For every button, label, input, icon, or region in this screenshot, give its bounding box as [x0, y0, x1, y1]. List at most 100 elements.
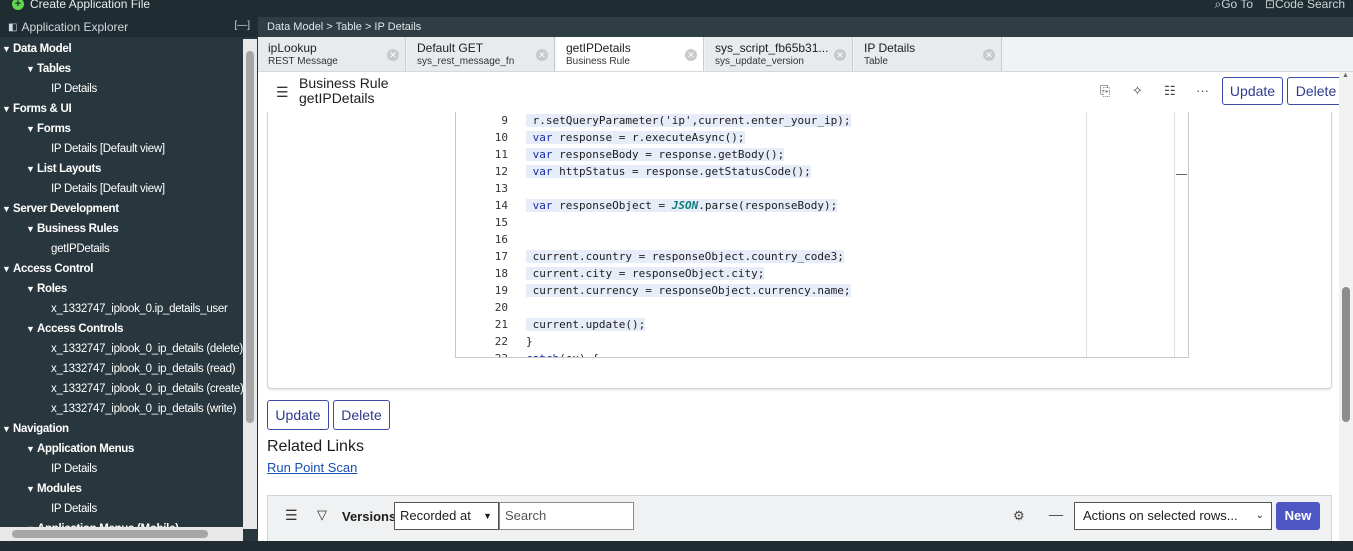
delete-button[interactable]: Delete — [1287, 77, 1345, 105]
expand-triangle-icon[interactable]: ▼ — [2, 259, 12, 279]
filter-icon[interactable]: ▽ — [317, 507, 327, 523]
create-application-file-button[interactable]: + Create Application File — [12, 0, 150, 11]
tree-node[interactable]: ▼ Access Controls — [0, 319, 243, 339]
expand-triangle-icon[interactable]: ▼ — [2, 199, 12, 219]
code-line[interactable] — [526, 214, 1086, 231]
expand-triangle-icon[interactable]: ▼ — [2, 39, 12, 59]
actions-select[interactable]: Actions on selected rows... ⌄ — [1074, 502, 1272, 530]
close-tab-icon[interactable]: ✕ — [536, 49, 548, 61]
tree-node-label: IP Details — [51, 83, 98, 95]
code-line[interactable]: current.country = responseObject.country… — [526, 248, 1086, 265]
expand-triangle-icon[interactable]: ▼ — [26, 319, 36, 339]
tree-node[interactable]: ▼ Tables — [0, 59, 243, 79]
close-tab-icon[interactable]: ✕ — [983, 49, 995, 61]
list-search-input[interactable]: Search — [499, 502, 634, 530]
expand-triangle-icon[interactable]: ▼ — [2, 99, 12, 119]
scroll-up-arrow-icon[interactable]: ▲ — [1342, 72, 1349, 79]
expand-triangle-icon[interactable]: ▼ — [26, 279, 36, 299]
code-line[interactable] — [526, 231, 1086, 248]
sidebar-horizontal-scrollbar[interactable] — [0, 527, 243, 541]
tree-node[interactable]: ▼ Data Model — [0, 39, 243, 59]
tree-node[interactable]: ▼ Navigation — [0, 419, 243, 439]
code-line[interactable] — [526, 180, 1086, 197]
expand-triangle-icon[interactable]: ▼ — [26, 159, 36, 179]
tree-node[interactable]: ▼ List Layouts — [0, 159, 243, 179]
close-tab-icon[interactable]: ✕ — [834, 49, 846, 61]
file-tab[interactable]: getIPDetails Business Rule ✕ — [556, 37, 704, 71]
tree-node[interactable]: getIPDetails — [0, 239, 243, 259]
code-line[interactable]: var responseObject = JSON.parse(response… — [526, 197, 1086, 214]
more-options-icon[interactable]: ··· — [1196, 83, 1209, 98]
activity-icon[interactable]: ✧ — [1132, 83, 1143, 99]
scrollbar-thumb[interactable] — [12, 530, 208, 538]
tree-node[interactable]: x_1332747_iplook_0_ip_details (create) — [0, 379, 243, 399]
code-line[interactable]: } — [526, 333, 1086, 350]
code-line[interactable]: current.currency = responseObject.curren… — [526, 282, 1086, 299]
tree-node[interactable]: x_1332747_iplook_0_ip_details (write) — [0, 399, 243, 419]
form-menu-icon[interactable]: ☰ — [276, 84, 289, 101]
line-number: 21 — [494, 318, 508, 331]
tree-node[interactable]: ▼ Forms & UI — [0, 99, 243, 119]
file-tab[interactable]: sys_script_fb65b31... sys_update_version ✕ — [705, 37, 853, 71]
chevron-down-icon: ▼ — [483, 511, 492, 521]
new-button[interactable]: New — [1276, 502, 1320, 530]
expand-triangle-icon[interactable]: ▼ — [26, 59, 36, 79]
expand-triangle-icon[interactable]: ▼ — [26, 219, 36, 239]
tree-node[interactable]: x_1332747_iplook_0_ip_details (read) — [0, 359, 243, 379]
code-line[interactable]: var responseBody = response.getBody(); — [526, 146, 1086, 163]
tree-node[interactable]: IP Details — [0, 499, 243, 519]
code-line[interactable]: current.update(); — [526, 316, 1086, 333]
tree-node[interactable]: IP Details — [0, 459, 243, 479]
line-number-gutter: 9 10 11 12 13 14 15 16 17 18 19 20 21 22 23 — [456, 112, 510, 357]
expand-triangle-icon[interactable]: ▼ — [26, 479, 36, 499]
collapse-list-icon[interactable]: — — [1049, 506, 1063, 522]
versions-list-title: Versions — [342, 509, 397, 524]
tree-node[interactable]: ▼ Roles — [0, 279, 243, 299]
update-button[interactable]: Update — [1222, 77, 1283, 105]
code-line[interactable]: current.city = responseObject.city; — [526, 265, 1086, 282]
tree-node[interactable]: ▼ Modules — [0, 479, 243, 499]
file-tab[interactable]: IP Details Table ✕ — [854, 37, 1002, 71]
close-tab-icon[interactable]: ✕ — [387, 49, 399, 61]
expand-triangle-icon[interactable]: ▼ — [2, 419, 12, 439]
gear-icon[interactable]: ⚙ — [1013, 508, 1025, 524]
code-search-button[interactable]: ⊡Code Search — [1265, 0, 1345, 11]
tree-node[interactable]: ▼ Access Control — [0, 259, 243, 279]
code-line[interactable] — [526, 299, 1086, 316]
code-line[interactable]: r.setQueryParameter('ip',current.enter_y… — [526, 112, 1086, 129]
close-tab-icon[interactable]: ✕ — [685, 49, 697, 61]
code-line[interactable]: var response = r.executeAsync(); — [526, 129, 1086, 146]
tree-node[interactable]: IP Details [Default view] — [0, 179, 243, 199]
file-tab[interactable]: Default GET sys_rest_message_fn ✕ — [407, 37, 555, 71]
bottom-update-button[interactable]: Update — [267, 400, 329, 430]
breadcrumb[interactable]: Data Model > Table > IP Details — [258, 17, 1353, 37]
scrollbar-thumb[interactable] — [246, 51, 254, 423]
tree-node[interactable]: IP Details — [0, 79, 243, 99]
tree-node[interactable]: IP Details [Default view] — [0, 139, 243, 159]
tree-node[interactable]: ▼ Forms — [0, 119, 243, 139]
tree-node[interactable]: x_1332747_iplook_0.ip_details_user — [0, 299, 243, 319]
tree-node[interactable]: ▼ Business Rules — [0, 219, 243, 239]
tree-node[interactable]: ▼ Server Development — [0, 199, 243, 219]
main-vertical-scrollbar[interactable]: ▲ — [1339, 72, 1353, 541]
script-editor[interactable]: 9 10 11 12 13 14 15 16 17 18 19 20 21 22 23 r.setQuery… — [455, 112, 1189, 358]
expand-triangle-icon[interactable]: ▼ — [26, 439, 36, 459]
code-line[interactable]: catch(ex) { — [526, 350, 1086, 357]
run-point-scan-link[interactable]: Run Point Scan — [267, 460, 357, 475]
list-menu-icon[interactable]: ☰ — [285, 507, 298, 524]
attachment-icon[interactable]: ⎘ — [1100, 83, 1110, 99]
bottom-delete-button[interactable]: Delete — [333, 400, 390, 430]
code-line[interactable]: var httpStatus = response.getStatusCode(… — [526, 163, 1086, 180]
tree-node[interactable]: ▼ Application Menus — [0, 439, 243, 459]
settings-sliders-icon[interactable]: ☷ — [1164, 83, 1176, 99]
code-area[interactable]: r.setQueryParameter('ip',current.enter_y… — [526, 112, 1086, 357]
create-application-file-label: Create Application File — [30, 0, 151, 11]
sidebar-vertical-scrollbar[interactable] — [243, 39, 257, 529]
expand-triangle-icon[interactable]: ▼ — [26, 119, 36, 139]
go-to-button[interactable]: ⌕Go To — [1214, 0, 1253, 12]
collapse-all-button[interactable]: [—] — [234, 20, 250, 31]
tree-node[interactable]: x_1332747_iplook_0_ip_details (delete) — [0, 339, 243, 359]
scrollbar-thumb[interactable] — [1342, 287, 1350, 422]
file-tab[interactable]: ipLookup REST Message ✕ — [258, 37, 406, 71]
search-field-select[interactable]: Recorded at ▼ — [394, 502, 499, 530]
